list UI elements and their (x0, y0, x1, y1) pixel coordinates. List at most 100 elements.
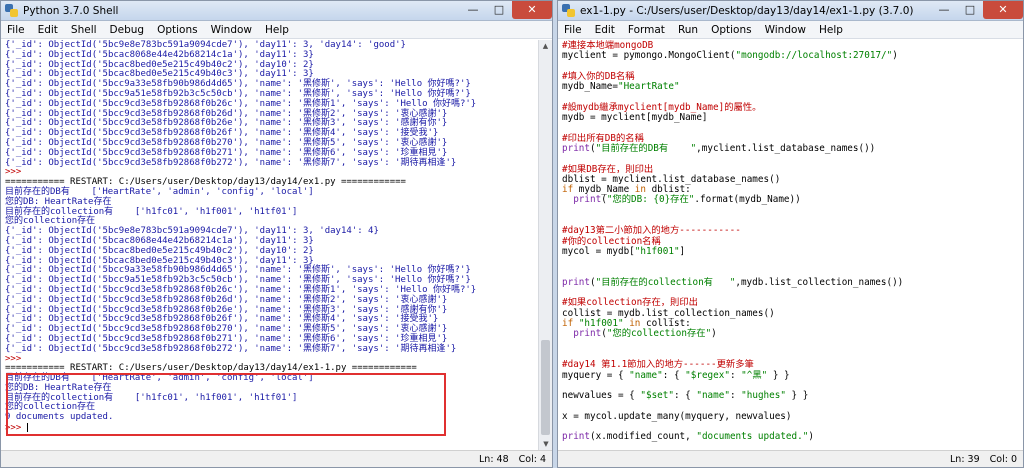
code-token: "hughes" (741, 390, 786, 402)
shell-menu-edit[interactable]: Edit (38, 24, 58, 36)
editor-titlebar[interactable]: ex1-1.py - C:/Users/user/Desktop/day13/d… (558, 1, 1023, 21)
code-token: ) (808, 431, 814, 443)
shell-title: Python 3.7.0 Shell (23, 4, 119, 17)
code-token: "HeartRate" (617, 81, 680, 93)
close-icon[interactable]: ✕ (983, 1, 1023, 19)
editor-menu-run[interactable]: Run (678, 24, 698, 36)
code-token: "name" (629, 369, 663, 381)
code-line: mydb = myclient[mydb_Name] (562, 112, 1023, 124)
editor-statusbar: Ln: 39 Col: 0 (558, 450, 1023, 467)
code-token: "$regex" (685, 369, 730, 381)
python-idle-icon (562, 4, 575, 17)
code-token: : { (673, 390, 697, 402)
editor-window[interactable]: ex1-1.py - C:/Users/user/Desktop/day13/d… (557, 0, 1024, 468)
code-token: ) (711, 328, 717, 340)
shell-output-line: 9 documents updated. (5, 412, 114, 423)
code-token: print (573, 328, 602, 340)
code-token: myclient = pymongo.MongoClient( (562, 50, 736, 62)
code-token: "name" (696, 390, 730, 402)
code-line: myclient = pymongo.MongoClient("mongodb:… (562, 51, 1023, 61)
shell-menu-options[interactable]: Options (157, 24, 198, 36)
shell-titlebar[interactable]: Python 3.7.0 Shell — □ ✕ (1, 1, 552, 21)
code-token: } } (767, 369, 790, 381)
scroll-thumb[interactable] (541, 340, 550, 435)
code-line: print("目前存在的DB有 ",myclient.list_database… (562, 142, 1023, 154)
editor-title: ex1-1.py - C:/Users/user/Desktop/day13/d… (580, 4, 914, 17)
maximize-icon[interactable]: □ (957, 1, 983, 19)
shell-statusbar: Ln: 48 Col: 4 (1, 450, 552, 467)
scroll-up-icon[interactable]: ▲ (539, 40, 552, 52)
code-token: print (562, 142, 590, 154)
editor-line-number: Ln: 39 (950, 453, 980, 465)
shell-menu-window[interactable]: Window (211, 24, 252, 36)
code-token: ) (892, 50, 898, 62)
shell-output-line: {'_id': ObjectId('5bcc9cd3e58fb92868f0b2… (5, 343, 457, 354)
code-line: mydb_Name="HeartRate" (562, 82, 1023, 92)
editor-col-number: Col: 0 (989, 453, 1017, 465)
code-token: myquery = { (562, 369, 630, 381)
code-token: .format(mydb_Name)) (694, 194, 801, 206)
editor-menubar: File Edit Format Run Options Window Help (558, 21, 1023, 39)
code-token: "mongodb://localhost:27017/" (735, 50, 893, 62)
minimize-icon[interactable]: — (931, 1, 957, 19)
minimize-icon[interactable]: — (460, 1, 486, 19)
code-token: "h1f001" (634, 245, 680, 257)
code-token: "您的collection存在" (606, 328, 712, 340)
maximize-icon[interactable]: □ (486, 1, 512, 19)
code-line: mycol = mydb["h1f001"] (562, 245, 1023, 257)
code-token: ,myclient.list_database_names()) (696, 142, 876, 154)
shell-scrollbar[interactable]: ▲ ▼ (538, 40, 552, 450)
text-cursor (26, 423, 28, 433)
code-line: print(x.modified_count, "documents updat… (562, 432, 1023, 442)
code-token: mydb = myclient[mydb_Name] (562, 112, 708, 124)
shell-menu-help[interactable]: Help (265, 24, 289, 36)
code-token: print (562, 276, 590, 288)
code-token: (x.modified_count, (590, 431, 697, 443)
shell-menubar: File Edit Shell Debug Options Window Help (1, 21, 552, 39)
python-shell-window[interactable]: Python 3.7.0 Shell — □ ✕ File Edit Shell De… (0, 0, 553, 468)
editor-menu-edit[interactable]: Edit (595, 24, 615, 36)
code-token: "documents updated." (696, 431, 809, 443)
editor-menu-format[interactable]: Format (628, 24, 665, 36)
code-token: : { (662, 369, 686, 381)
code-line: newvalues = { "$set": { "name": "hughes"… (562, 390, 1023, 402)
shell-output-line: >>> (5, 423, 28, 434)
code-token: mydb_Name= (562, 81, 618, 93)
code-line: x = mycol.update_many(myquery, newvalues… (562, 410, 1023, 422)
code-line: print("目前存在的collection有 ",mydb.list_coll… (562, 276, 1023, 288)
code-token: : (729, 390, 742, 402)
code-token: ,mydb.list_collection_names()) (735, 276, 904, 288)
python-idle-icon (5, 4, 18, 17)
editor-menu-file[interactable]: File (564, 24, 582, 36)
code-token: print (562, 431, 590, 443)
code-token: mycol = mydb[ (562, 245, 635, 257)
shell-output[interactable]: {'_id': ObjectId('5bc9e8e783bc591a9094cd… (1, 40, 538, 450)
shell-line-number: Ln: 48 (479, 453, 509, 465)
shell-menu-debug[interactable]: Debug (110, 24, 145, 36)
close-icon[interactable]: ✕ (512, 1, 552, 19)
shell-col-number: Col: 4 (518, 453, 546, 465)
code-token: newvalues = { (562, 390, 641, 402)
scroll-down-icon[interactable]: ▼ (539, 438, 552, 450)
editor-menu-window[interactable]: Window (765, 24, 806, 36)
code-token: "目前存在的DB有 " (595, 142, 697, 154)
code-token: "$set" (640, 390, 674, 402)
code-token: x = mycol.update_many(myquery, newvalues… (562, 410, 792, 422)
code-token: } } (785, 390, 809, 402)
code-token: ] (679, 245, 686, 257)
editor-menu-help[interactable]: Help (819, 24, 843, 36)
code-token: print (573, 194, 602, 206)
shell-menu-file[interactable]: File (7, 24, 25, 36)
shell-output-line: {'_id': ObjectId('5bcc9cd3e58fb92868f0b2… (5, 157, 457, 168)
code-line: print("您的collection存在") (562, 329, 1023, 339)
code-line: myquery = { "name": { "$regex": "^黑" } } (562, 369, 1023, 381)
code-token: : (729, 369, 742, 381)
editor-menu-options[interactable]: Options (711, 24, 752, 36)
code-editor[interactable]: #連接本地端mongoDB myclient = pymongo.MongoCli… (558, 40, 1023, 450)
shell-menu-shell[interactable]: Shell (71, 24, 97, 36)
